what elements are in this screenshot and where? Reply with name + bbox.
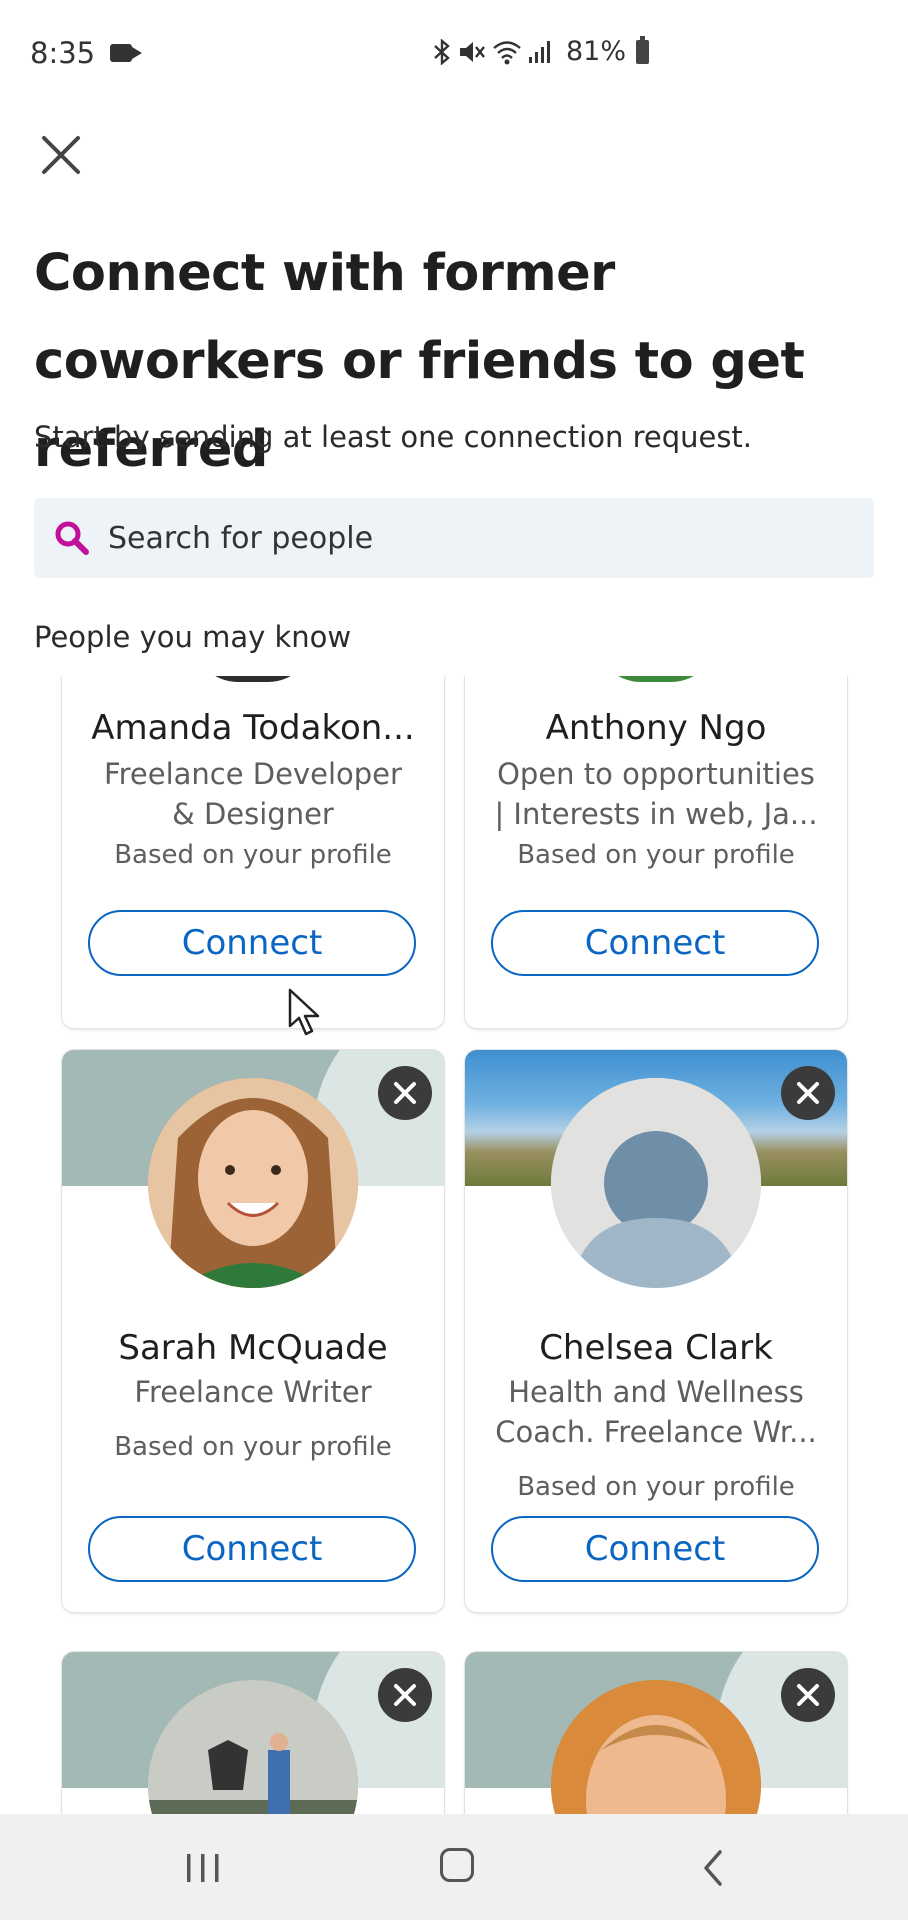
close-icon xyxy=(42,136,80,174)
dismiss-button[interactable] xyxy=(781,1066,835,1120)
search-input[interactable]: Search for people xyxy=(34,498,874,578)
connect-button[interactable]: Connect xyxy=(88,1516,416,1582)
person-headline-line: Coach. Freelance Wr... xyxy=(495,1415,817,1449)
dismiss-button[interactable] xyxy=(781,1668,835,1722)
system-nav-bar xyxy=(0,1814,908,1920)
person-headline-line: Health and Wellness xyxy=(508,1375,804,1409)
page-title: Connect with former coworkers or friends… xyxy=(34,244,805,479)
person-headline: Freelance Writer xyxy=(84,1372,422,1412)
signal-icon xyxy=(529,40,550,63)
person-card[interactable]: Chelsea Clark Health and Wellness Coach.… xyxy=(465,1050,847,1612)
person-name[interactable]: Amanda Todakon... xyxy=(62,708,444,748)
bluetooth-icon xyxy=(434,38,450,65)
avatar xyxy=(192,676,314,682)
avatar xyxy=(551,1078,761,1288)
person-headline: Freelance Developer & Designer xyxy=(84,754,422,834)
person-name[interactable]: Chelsea Clark xyxy=(465,1328,847,1368)
person-card[interactable]: Sarah McQuade Freelance Writer Based on … xyxy=(62,1050,444,1612)
battery-percent: 81% xyxy=(566,36,627,67)
mouse-pointer-icon xyxy=(288,988,320,1036)
close-icon xyxy=(797,1684,819,1706)
close-icon xyxy=(394,1082,416,1104)
connection-reason: Based on your profile xyxy=(517,1472,795,1502)
status-time: 8:35 xyxy=(30,36,96,70)
home-icon[interactable] xyxy=(440,1848,474,1882)
search-icon xyxy=(55,521,89,555)
dismiss-button[interactable] xyxy=(378,1066,432,1120)
mute-icon xyxy=(460,41,485,62)
close-button[interactable] xyxy=(36,130,86,180)
search-placeholder: Search for people xyxy=(108,520,374,556)
status-bar: 8:35 81% xyxy=(0,0,908,112)
connect-button[interactable]: Connect xyxy=(88,910,416,976)
people-grid[interactable]: Amanda Todakon... Freelance Developer & … xyxy=(0,676,908,1814)
default-avatar-icon xyxy=(551,1078,761,1288)
avatar xyxy=(148,1078,358,1288)
person-headline: Open to opportunities | Interests in web… xyxy=(487,754,825,834)
dismiss-button[interactable] xyxy=(378,1668,432,1722)
person-headline-line: & Designer xyxy=(172,797,334,831)
connect-button[interactable]: Connect xyxy=(491,1516,819,1582)
person-headline-line: | Interests in web, Ja... xyxy=(494,797,818,831)
connection-reason: Based on your profile xyxy=(114,1432,392,1462)
person-card[interactable] xyxy=(465,1652,847,1814)
connection-reason: Based on your profile xyxy=(114,840,392,870)
person-name[interactable]: Anthony Ngo xyxy=(465,708,847,748)
video-camera-icon xyxy=(110,44,142,62)
person-headline-line: Freelance Developer xyxy=(104,757,402,791)
recents-icon[interactable] xyxy=(183,1852,223,1884)
person-name[interactable]: Sarah McQuade xyxy=(62,1328,444,1368)
person-headline-line: Open to opportunities xyxy=(497,757,815,791)
section-heading: People you may know xyxy=(34,620,352,654)
avatar xyxy=(595,676,717,682)
person-headline: Health and Wellness Coach. Freelance Wr.… xyxy=(487,1372,825,1452)
back-icon[interactable] xyxy=(698,1848,728,1888)
connect-button[interactable]: Connect xyxy=(491,910,819,976)
wifi-icon xyxy=(493,40,521,64)
close-icon xyxy=(797,1082,819,1104)
status-icons: 81% xyxy=(432,35,650,67)
close-icon xyxy=(394,1684,416,1706)
person-card[interactable]: Anthony Ngo Open to opportunities | Inte… xyxy=(465,676,847,1028)
person-card[interactable] xyxy=(62,1652,444,1814)
battery-icon xyxy=(636,35,650,64)
connection-reason: Based on your profile xyxy=(517,840,795,870)
person-headline-line: Freelance Writer xyxy=(134,1375,372,1409)
page-subtitle: Start by sending at least one connection… xyxy=(34,420,753,454)
person-card[interactable]: Amanda Todakon... Freelance Developer & … xyxy=(62,676,444,1028)
